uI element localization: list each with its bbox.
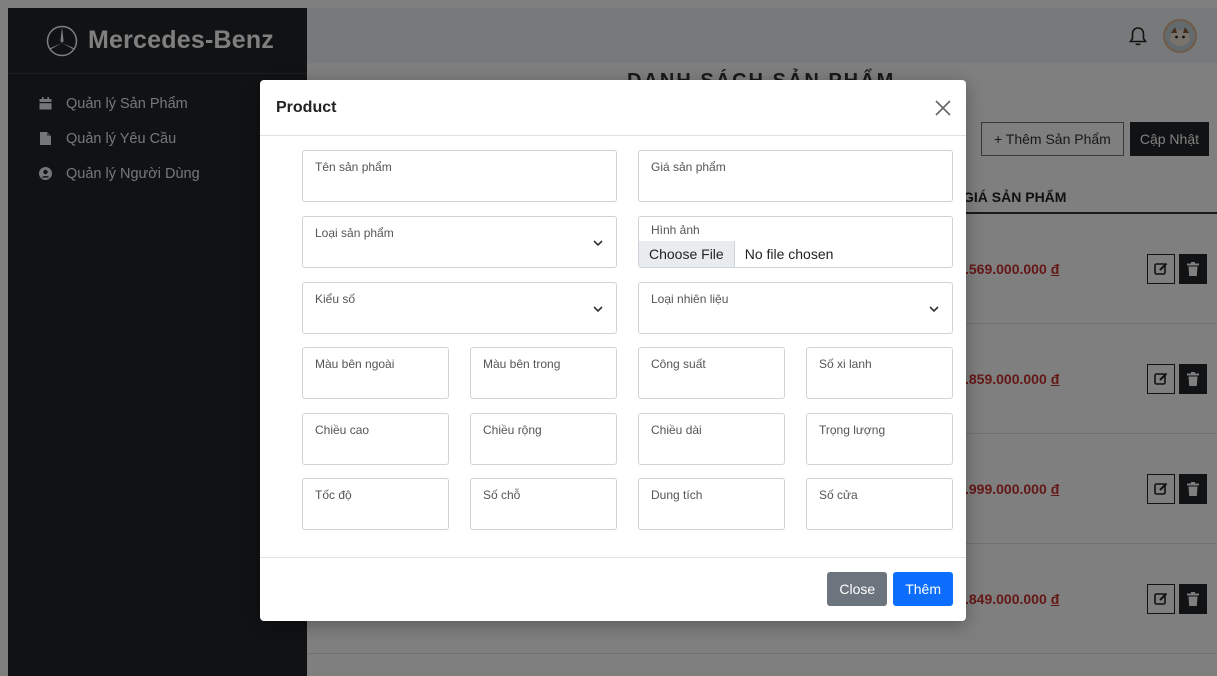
field-label: Dung tích	[651, 488, 703, 502]
field-label: Tên sản phẩm	[315, 160, 392, 174]
length-field[interactable]: Chiều dài	[638, 413, 785, 465]
field-label: Chiều cao	[315, 423, 370, 437]
fuel-type-select[interactable]: Loại nhiên liệu	[638, 282, 953, 334]
modal-footer: Close Thêm	[260, 558, 966, 620]
field-label: Kiểu số	[315, 292, 356, 306]
field-label: Số chỗ	[483, 488, 521, 502]
height-field[interactable]: Chiều cao	[302, 413, 449, 465]
field-label: Hình ảnh	[651, 223, 700, 237]
image-file-field: Hình ảnh Choose File No file chosen	[638, 216, 953, 268]
doors-field[interactable]: Số cửa	[806, 478, 953, 530]
product-name-field[interactable]: Tên sản phẩm	[302, 150, 617, 202]
field-label: Tốc độ	[315, 488, 352, 502]
field-label: Giá sản phẩm	[651, 160, 726, 174]
modal-title: Product	[276, 98, 337, 116]
field-label: Màu bên trong	[483, 357, 561, 371]
chevron-down-icon	[593, 240, 603, 247]
product-price-field[interactable]: Giá sản phẩm	[638, 150, 953, 202]
field-label: Trọng lượng	[819, 423, 886, 437]
field-label: Công suất	[651, 357, 706, 371]
weight-field[interactable]: Trọng lượng	[806, 413, 953, 465]
close-button[interactable]: Close	[827, 572, 888, 606]
product-type-select[interactable]: Loại sản phẩm	[302, 216, 617, 268]
seats-field[interactable]: Số chỗ	[470, 478, 617, 530]
field-label: Số xi lanh	[819, 357, 872, 371]
modal-close-button[interactable]	[932, 97, 954, 119]
field-label: Số cửa	[819, 488, 858, 502]
cylinders-field[interactable]: Số xi lanh	[806, 347, 953, 399]
chevron-down-icon	[593, 306, 603, 313]
file-input[interactable]: Choose File No file chosen	[639, 241, 833, 267]
close-icon	[935, 99, 951, 116]
chevron-down-icon	[929, 306, 939, 313]
modal-header: Product	[260, 80, 966, 136]
submit-button[interactable]: Thêm	[893, 572, 953, 606]
capacity-field[interactable]: Dung tích	[638, 478, 785, 530]
width-field[interactable]: Chiều rộng	[470, 413, 617, 465]
file-status: No file chosen	[744, 246, 834, 262]
field-label: Chiều rộng	[483, 423, 542, 437]
choose-file-button[interactable]: Choose File	[639, 241, 735, 267]
exterior-color-field[interactable]: Màu bên ngoài	[302, 347, 449, 399]
speed-field[interactable]: Tốc độ	[302, 478, 449, 530]
field-label: Loại nhiên liệu	[651, 292, 729, 306]
transmission-select[interactable]: Kiểu số	[302, 282, 617, 334]
interior-color-field[interactable]: Màu bên trong	[470, 347, 617, 399]
field-label: Loại sản phẩm	[315, 226, 394, 240]
field-label: Chiều dài	[651, 423, 702, 437]
product-modal: Product Tên sản phẩm Giá sản phẩm Loại s…	[260, 80, 966, 621]
modal-body: Tên sản phẩm Giá sản phẩm Loại sản phẩm …	[260, 136, 966, 558]
power-field[interactable]: Công suất	[638, 347, 785, 399]
field-label: Màu bên ngoài	[315, 357, 395, 371]
